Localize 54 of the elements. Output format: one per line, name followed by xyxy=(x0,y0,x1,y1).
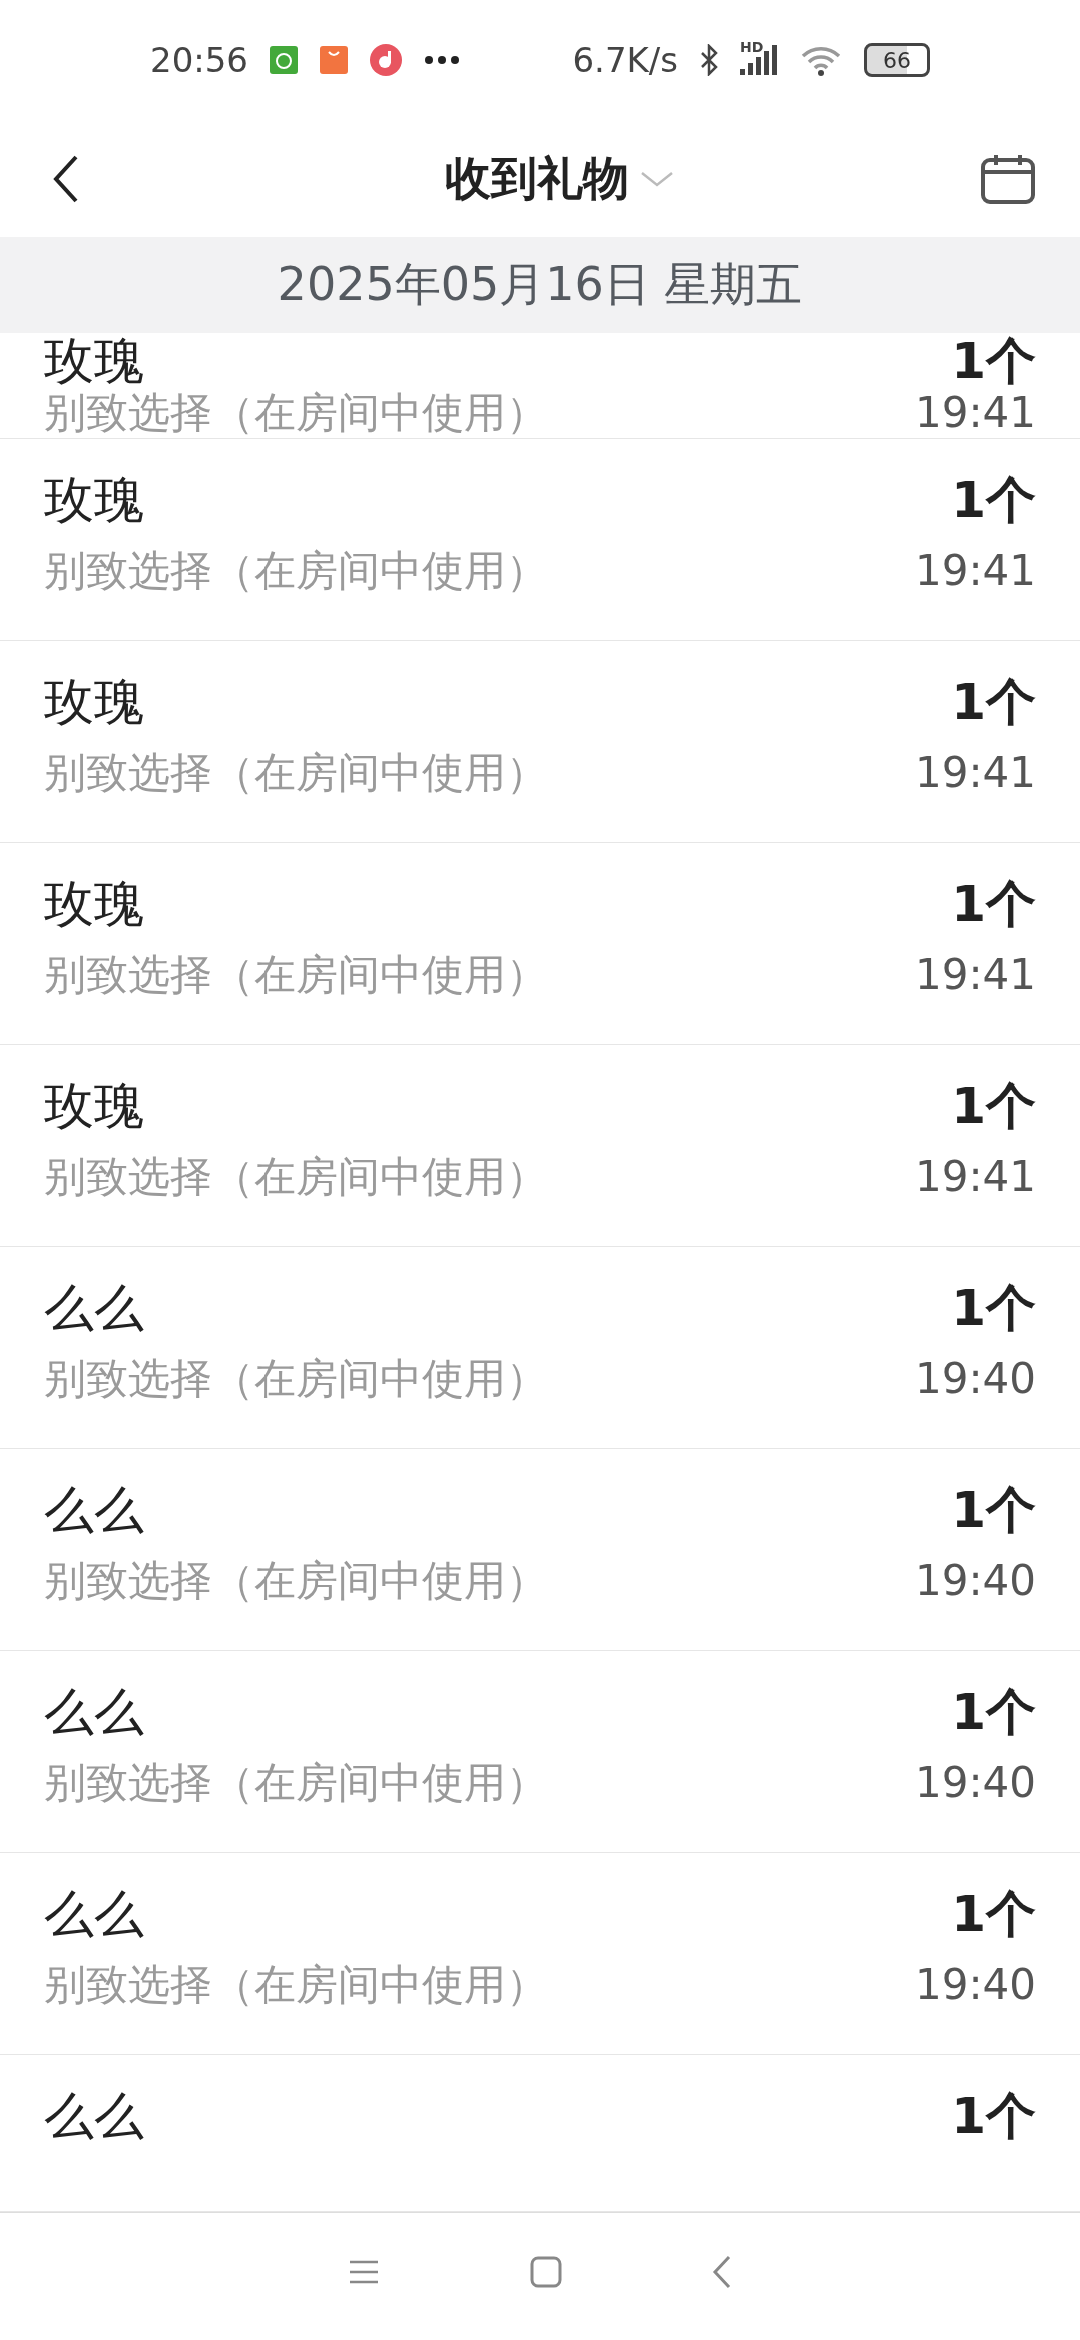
gift-count: 1个 xyxy=(951,1682,1036,1743)
wifi-icon xyxy=(800,44,842,76)
gift-name: 么么 xyxy=(44,1480,144,1541)
gift-source: 别致选择（在房间中使用） xyxy=(44,1353,548,1405)
gift-source: 别致选择（在房间中使用） xyxy=(44,1555,548,1607)
more-icon xyxy=(424,55,460,65)
gift-name: 玫瑰 xyxy=(44,1076,144,1137)
calendar-button[interactable] xyxy=(980,152,1036,205)
date-text: 2025年05月16日 星期五 xyxy=(277,256,803,313)
gift-count: 1个 xyxy=(951,1884,1036,1945)
network-speed: 6.7K/s xyxy=(572,40,678,80)
gift-count: 1个 xyxy=(951,2086,1036,2147)
gift-source: 别致选择（在房间中使用） xyxy=(44,747,548,799)
gift-name: 玫瑰 xyxy=(44,335,144,387)
gift-time: 19:40 xyxy=(914,1555,1036,1607)
gift-name: 玫瑰 xyxy=(44,874,144,935)
gift-count: 1个 xyxy=(951,672,1036,733)
page-title: 收到礼物 xyxy=(445,149,629,207)
gift-name: 么么 xyxy=(44,2086,144,2147)
back-nav-button[interactable] xyxy=(712,2254,732,2289)
gift-name: 玫瑰 xyxy=(44,672,144,733)
gift-count: 1个 xyxy=(951,1278,1036,1339)
gift-count: 1个 xyxy=(951,1076,1036,1137)
home-button[interactable] xyxy=(530,2255,562,2288)
gift-source: 别致选择（在房间中使用） xyxy=(44,1151,548,1203)
music-app-icon xyxy=(370,44,402,76)
gift-time: 19:41 xyxy=(914,545,1036,597)
gift-count: 1个 xyxy=(951,335,1036,387)
gift-source: 别致选择（在房间中使用） xyxy=(44,389,548,437)
gift-count: 1个 xyxy=(951,1480,1036,1541)
gift-count: 1个 xyxy=(951,874,1036,935)
battery-indicator: 66 xyxy=(864,43,930,77)
gift-name: 玫瑰 xyxy=(44,470,144,531)
gift-count: 1个 xyxy=(951,470,1036,531)
gift-time: 19:40 xyxy=(914,1959,1036,2011)
hd-label: HD xyxy=(740,39,764,55)
gift-time: 19:40 xyxy=(914,1353,1036,1405)
bluetooth-icon xyxy=(700,44,718,76)
gift-time: 19:40 xyxy=(914,1757,1036,1809)
gift-source: 别致选择（在房间中使用） xyxy=(44,1757,548,1809)
gift-time: 19:41 xyxy=(914,949,1036,1001)
gift-source: 别致选择（在房间中使用） xyxy=(44,545,548,597)
gift-time: 19:41 xyxy=(914,389,1036,437)
gift-name: 么么 xyxy=(44,1682,144,1743)
gift-source: 别致选择（在房间中使用） xyxy=(44,1959,548,2011)
gift-source: 别致选择（在房间中使用） xyxy=(44,949,548,1001)
gift-time: 19:41 xyxy=(914,747,1036,799)
gift-time: 19:41 xyxy=(914,1151,1036,1203)
menu-button[interactable] xyxy=(348,2258,380,2285)
gift-name: 么么 xyxy=(44,1884,144,1945)
gift-name: 么么 xyxy=(44,1278,144,1339)
back-button[interactable] xyxy=(52,153,80,204)
clock: 20:56 xyxy=(150,40,248,80)
shopping-bag-app-icon xyxy=(320,46,348,74)
